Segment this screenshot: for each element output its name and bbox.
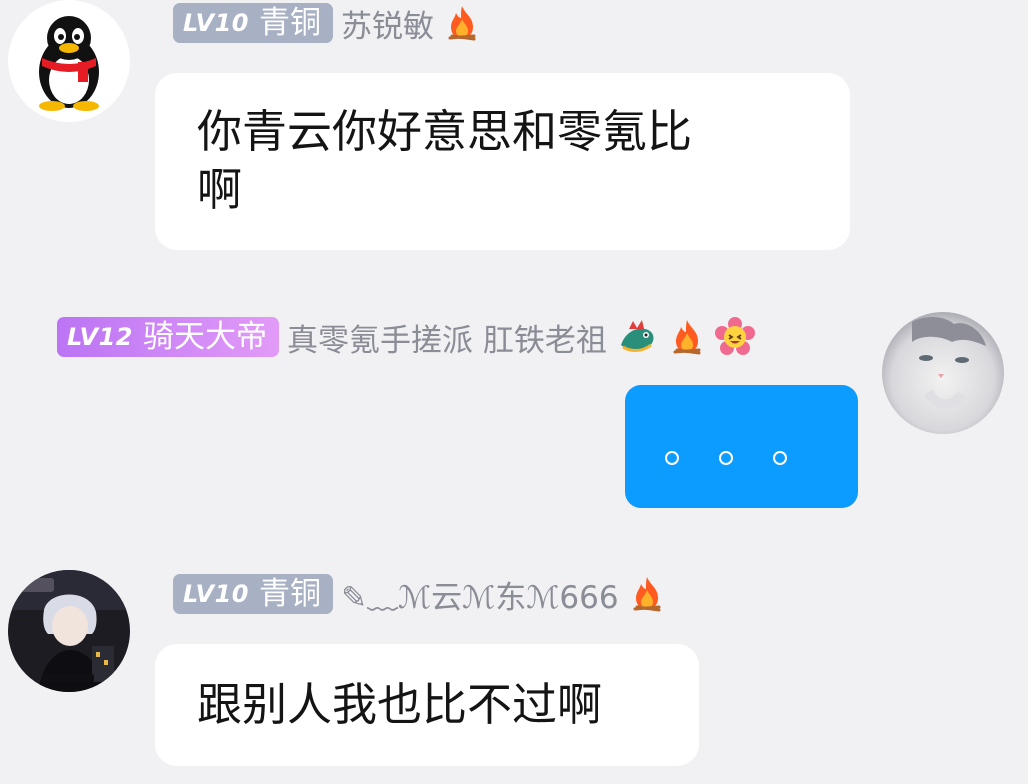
- cat-avatar-icon: [882, 312, 1004, 434]
- message-bubble[interactable]: 你青云你好意思和零氪比 啊: [155, 73, 850, 250]
- avatar-penguin[interactable]: [8, 0, 130, 122]
- anime-character-avatar-icon: [8, 570, 130, 692]
- message-bubble[interactable]: 跟别人我也比不过啊: [155, 644, 699, 766]
- level-badge[interactable]: LV10 青铜: [173, 574, 333, 614]
- message-3-header: LV10 青铜 ✎﹏ℳ云ℳ东ℳ666: [173, 572, 667, 616]
- level-title: 青铜: [258, 575, 321, 612]
- level-number: LV10: [183, 9, 249, 37]
- message-text-line-2: 啊: [197, 163, 243, 216]
- fire-icon: [627, 574, 667, 614]
- level-number: LV12: [67, 323, 133, 351]
- level-badge[interactable]: LV10 青铜: [173, 3, 333, 43]
- fire-icon: [667, 317, 707, 357]
- sender-name[interactable]: 苏锐敏: [341, 1, 434, 46]
- ellipsis-dots: [665, 451, 787, 465]
- flower-emoji-icon: [714, 317, 755, 357]
- penguin-avatar-icon: [8, 0, 130, 122]
- avatar-anime[interactable]: [8, 570, 130, 692]
- level-number: LV10: [183, 580, 249, 608]
- level-title: 骑天大帝: [142, 318, 267, 355]
- fire-icon: [442, 3, 482, 43]
- level-title: 青铜: [258, 4, 321, 41]
- dot: [665, 451, 679, 465]
- dot: [719, 451, 733, 465]
- message-text: 跟别人我也比不过啊: [197, 678, 603, 731]
- level-badge[interactable]: LV12 骑天大帝: [57, 317, 279, 357]
- avatar-cat[interactable]: [882, 312, 1004, 434]
- message-2-header: LV12 骑天大帝 真零氪手搓派 肛铁老祖: [57, 315, 755, 359]
- dragon-icon: [615, 315, 659, 359]
- own-message-bubble[interactable]: 。。。: [625, 385, 858, 508]
- dot: [773, 451, 787, 465]
- sender-name[interactable]: 真零氪手搓派 肛铁老祖: [287, 315, 607, 360]
- message-1-header: LV10 青铜 苏锐敏: [173, 1, 482, 45]
- sender-name[interactable]: ✎﹏ℳ云ℳ东ℳ666: [341, 572, 619, 617]
- message-text-line-1: 你青云你好意思和零氪比: [197, 105, 693, 158]
